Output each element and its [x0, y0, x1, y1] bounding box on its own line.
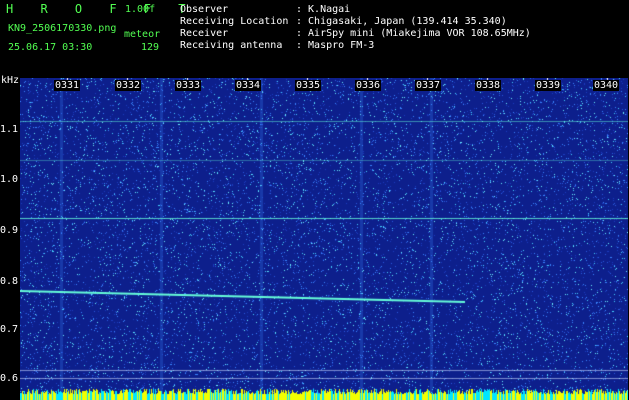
info-label-observer: Observer: [180, 4, 229, 15]
info-value-receiver: : AirSpy mini (Miakejima VOR 108.65MHz): [296, 28, 531, 39]
y-tick-label: 1.0: [0, 174, 19, 185]
y-axis-unit: kHz: [1, 75, 20, 86]
mode-label: meteor: [124, 29, 161, 40]
info-label-antenna: Receiving antenna: [180, 40, 283, 51]
info-value-location: : Chigasaki, Japan (139.414 35.340): [296, 16, 507, 27]
info-value-antenna: : Maspro FM-3: [296, 40, 375, 51]
info-label-location: Receiving Location: [180, 16, 289, 27]
time-label: 0338: [475, 80, 502, 91]
time-label: 0340: [593, 80, 620, 91]
time-label: 0332: [115, 80, 142, 91]
time-label: 0339: [535, 80, 562, 91]
time-label: 0334: [235, 80, 262, 91]
file-name: KN9_2506170330.png: [8, 23, 117, 34]
info-value-observer: : K.Nagai: [296, 4, 351, 15]
y-tick-label: 0.6: [0, 373, 19, 384]
app-version: 1.00f: [125, 4, 156, 15]
y-tick-label: 0.9: [0, 225, 19, 236]
y-tick-label: 0.8: [0, 276, 19, 287]
spectrogram-canvas: [20, 78, 628, 400]
time-label: 0337: [415, 80, 442, 91]
app-brand: H R O F F T: [6, 2, 196, 16]
time-label: 0333: [175, 80, 202, 91]
time-label: 0335: [295, 80, 322, 91]
time-label: 0331: [54, 80, 81, 91]
count-label: 129: [141, 42, 160, 53]
datetime-label: 25.06.17 03:30: [8, 42, 93, 53]
time-label: 0336: [355, 80, 382, 91]
info-label-receiver: Receiver: [180, 28, 229, 39]
y-tick-label: 1.1: [0, 124, 19, 135]
y-tick-label: 0.7: [0, 324, 19, 335]
